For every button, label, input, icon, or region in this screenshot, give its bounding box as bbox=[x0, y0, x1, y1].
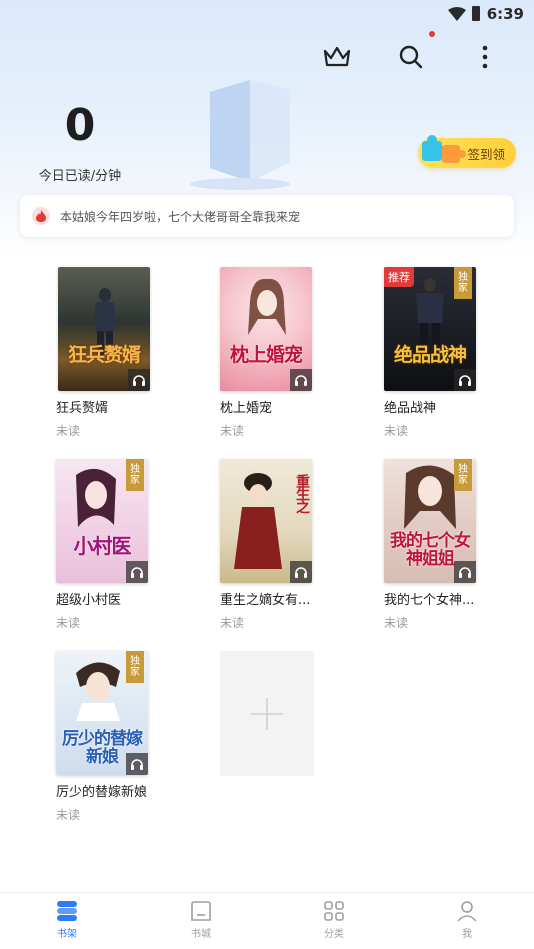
exclusive-tag: 独家 bbox=[126, 459, 144, 491]
status-bar: 6:39 bbox=[0, 0, 534, 30]
tab-label: 书架 bbox=[57, 929, 77, 940]
cover-title: 小村医 bbox=[73, 534, 132, 558]
bookshelf-illustration bbox=[190, 80, 290, 190]
header-area: 6:39 0 今日已读/分钟 签到领 本姑娘今年四岁啦，七个大佬哥哥全靠我来宠 bbox=[0, 0, 534, 255]
tab-category[interactable]: 分类 bbox=[294, 893, 374, 949]
notice-text: 本姑娘今年四岁啦，七个大佬哥哥全靠我来宠 bbox=[60, 209, 301, 224]
book-cover: 独家 小村医 bbox=[56, 459, 148, 583]
wifi-icon bbox=[448, 7, 466, 21]
tab-label: 书城 bbox=[191, 929, 211, 940]
book-item[interactable]: 枕上婚宠 枕上婚宠 未读 bbox=[220, 267, 330, 439]
audio-badge bbox=[290, 369, 312, 391]
cover-title: 狂兵赘婿 bbox=[67, 344, 141, 366]
tab-profile[interactable]: 我 bbox=[427, 893, 507, 949]
cover-title: 枕上婚宠 bbox=[229, 344, 303, 366]
notification-dot bbox=[429, 31, 435, 37]
tab-label: 我 bbox=[462, 929, 472, 940]
headphones-icon bbox=[131, 567, 143, 578]
book-item[interactable]: 狂兵赘婿 狂兵赘婿 未读 bbox=[56, 267, 166, 439]
fire-icon bbox=[32, 207, 50, 225]
category-grid-icon bbox=[324, 901, 344, 921]
book-title: 狂兵赘婿 bbox=[56, 401, 109, 416]
cover-title: 绝品战神 bbox=[393, 344, 467, 366]
book-cover: 重生之 bbox=[220, 459, 312, 583]
book-status: 未读 bbox=[220, 424, 245, 438]
book-cover: 推荐 独家 绝品战神 bbox=[384, 267, 476, 391]
puzzle-icon bbox=[422, 135, 466, 163]
audio-badge bbox=[126, 561, 148, 583]
tab-label: 分类 bbox=[324, 929, 344, 940]
checkin-label: 签到领 bbox=[467, 146, 505, 162]
headphones-icon bbox=[131, 759, 143, 770]
book-item[interactable]: 独家 厉少的替嫁新娘 厉少的替嫁新娘 未读 bbox=[56, 651, 166, 823]
tab-bookstore[interactable]: 书城 bbox=[161, 893, 241, 949]
bookstore-icon bbox=[191, 901, 211, 921]
book-cover: 独家 我的七个女神姐姐 bbox=[384, 459, 476, 583]
book-title: 我的七个女神... bbox=[384, 593, 475, 608]
audio-badge bbox=[126, 753, 148, 775]
notice-banner[interactable]: 本姑娘今年四岁啦，七个大佬哥哥全靠我来宠 bbox=[20, 195, 514, 237]
search-button[interactable] bbox=[394, 40, 428, 74]
crown-icon bbox=[323, 46, 351, 67]
book-title: 超级小村医 bbox=[56, 593, 122, 608]
more-options-button[interactable] bbox=[468, 40, 502, 74]
book-item[interactable]: 推荐 独家 绝品战神 绝品战神 未读 bbox=[384, 267, 494, 439]
headphones-icon bbox=[459, 567, 471, 578]
book-title: 枕上婚宠 bbox=[220, 401, 273, 416]
book-cover: 狂兵赘婿 bbox=[58, 267, 150, 391]
book-title: 重生之嫡女有... bbox=[220, 593, 311, 608]
headphones-icon bbox=[295, 567, 307, 578]
headphones-icon bbox=[133, 375, 145, 386]
exclusive-tag: 独家 bbox=[126, 651, 144, 683]
book-item[interactable]: 重生之 重生之嫡女有... 未读 bbox=[220, 459, 330, 631]
status-time: 6:39 bbox=[486, 5, 524, 23]
cover-title: 重生之 bbox=[294, 474, 310, 513]
read-minutes-caption: 今日已读/分钟 bbox=[38, 169, 122, 184]
exclusive-tag: 独家 bbox=[454, 459, 472, 491]
battery-icon bbox=[472, 6, 480, 21]
audio-badge bbox=[454, 369, 476, 391]
audio-badge bbox=[290, 561, 312, 583]
book-status: 未读 bbox=[384, 424, 409, 438]
book-title: 厉少的替嫁新娘 bbox=[56, 785, 148, 800]
search-icon bbox=[399, 45, 423, 69]
add-book-button[interactable] bbox=[220, 651, 314, 776]
bottom-tab-bar: 书架 书城 分类 我 bbox=[0, 892, 534, 949]
headphones-icon bbox=[459, 375, 471, 386]
plus-icon bbox=[251, 697, 283, 730]
book-cover: 枕上婚宠 bbox=[220, 267, 312, 391]
recommend-tag: 推荐 bbox=[384, 267, 414, 287]
read-minutes-count: 0 bbox=[64, 100, 96, 151]
book-status: 未读 bbox=[220, 616, 245, 630]
tab-bookshelf[interactable]: 书架 bbox=[27, 893, 107, 949]
audio-badge bbox=[454, 561, 476, 583]
more-vertical-icon bbox=[482, 45, 488, 69]
book-item[interactable]: 独家 我的七个女神姐姐 我的七个女神... 未读 bbox=[384, 459, 494, 631]
book-status: 未读 bbox=[56, 616, 81, 630]
headphones-icon bbox=[295, 375, 307, 386]
audio-badge bbox=[128, 369, 150, 391]
book-title: 绝品战神 bbox=[384, 401, 437, 416]
vip-crown-button[interactable] bbox=[320, 40, 354, 74]
book-status: 未读 bbox=[56, 808, 81, 822]
book-cover: 独家 厉少的替嫁新娘 bbox=[56, 651, 148, 775]
book-item[interactable]: 独家 小村医 超级小村医 未读 bbox=[56, 459, 166, 631]
profile-icon bbox=[457, 901, 477, 922]
exclusive-tag: 独家 bbox=[454, 267, 472, 299]
book-status: 未读 bbox=[384, 616, 409, 630]
book-status: 未读 bbox=[56, 424, 81, 438]
bookshelf-icon bbox=[57, 901, 77, 921]
